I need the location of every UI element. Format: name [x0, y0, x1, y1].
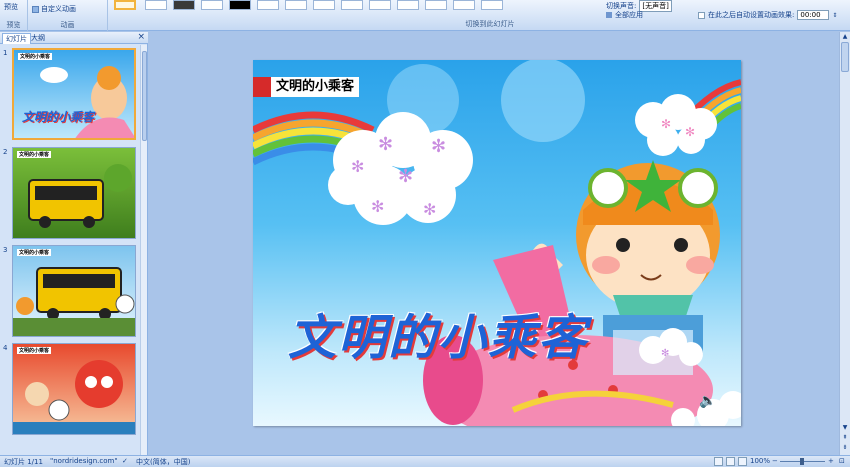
slide-heading[interactable]: 文明的小乘客: [288, 298, 588, 368]
auto-advance-checkbox[interactable]: [698, 11, 705, 19]
slide-thumb-heading: 文明的小乘客: [22, 110, 95, 124]
panel-scroll-thumb[interactable]: [142, 51, 147, 141]
slide-background-art: ✻ ✻ ✻ ✻ ✻ ✻ ✻ ✻ ✻ 🔈: [253, 60, 741, 426]
tab-outline[interactable]: 大纲: [28, 33, 48, 44]
normal-view-button[interactable]: [714, 457, 723, 466]
transition-reveal[interactable]: [481, 0, 503, 10]
auto-advance-option[interactable]: 在此之后自动设置动画效果: 00:00 ⇕: [698, 10, 837, 20]
spellcheck-icon[interactable]: ✓: [122, 457, 128, 465]
transition-cut-black[interactable]: [229, 0, 251, 10]
svg-text:✻: ✻: [685, 125, 695, 139]
bus-illustration: [13, 267, 135, 336]
transition-group-label: 切换到此幻灯片: [465, 20, 515, 28]
transition-wipe-down[interactable]: [285, 0, 307, 10]
slide-thumbnail-2[interactable]: 文明的小乘客: [12, 147, 136, 239]
svg-text:✻: ✻: [351, 157, 364, 176]
panel-scrollbar[interactable]: [140, 45, 147, 455]
zoom-slider-knob[interactable]: [800, 458, 804, 465]
apply-all-icon: [606, 12, 612, 18]
vertical-scrollbar[interactable]: ▲ ▼ ⇞ ⇟: [839, 32, 850, 455]
animation-group: 自定义动画 动画: [28, 0, 108, 31]
animation-icon: [32, 5, 39, 13]
auto-advance-label: 在此之后自动设置动画效果:: [708, 11, 795, 19]
svg-text:✻: ✻: [423, 200, 436, 219]
slide-thumbnail-3[interactable]: 文明的小乘客: [12, 245, 136, 337]
apply-all-label: 全部应用: [615, 11, 643, 19]
transition-dissolve[interactable]: [257, 0, 279, 10]
slide-number: 2: [3, 148, 8, 156]
transition-cover[interactable]: [425, 0, 447, 10]
fit-window-icon[interactable]: ⊡: [839, 457, 845, 465]
custom-animation-label: 自定义动画: [41, 5, 76, 13]
custom-animation-button[interactable]: 自定义动画: [32, 4, 76, 14]
svg-text:✻: ✻: [371, 197, 384, 216]
transition-wipe-right[interactable]: [341, 0, 363, 10]
preview-button[interactable]: 预览: [4, 2, 18, 12]
transition-fade-black[interactable]: [173, 0, 195, 10]
slide-sorter-button[interactable]: [726, 457, 735, 466]
transition-gallery: [112, 0, 522, 14]
transition-fade[interactable]: [145, 0, 167, 10]
transition-wipe-up[interactable]: [313, 0, 335, 10]
slides-panel: 幻灯片 大纲 × 1 文明的小乘客 文明的小乘客 2 文明的小乘客 3 文明的小…: [0, 32, 148, 455]
svg-text:✻: ✻: [661, 348, 669, 359]
transition-push[interactable]: [397, 0, 419, 10]
sound-value[interactable]: [无声音]: [639, 0, 672, 12]
spinner-icon[interactable]: ⇕: [832, 12, 837, 19]
tab-slides[interactable]: 幻灯片: [2, 33, 31, 44]
ribbon: 预览 预览 自定义动画 动画 切换到此幻灯片 切换声音: [无声音] 全部应用: [0, 0, 850, 31]
close-icon[interactable]: ×: [137, 32, 145, 43]
svg-text:✻: ✻: [431, 136, 446, 157]
preview-group: 预览 预览: [0, 0, 28, 31]
preview-group-label: 预览: [6, 21, 21, 29]
bus-illustration: [28, 164, 132, 228]
characters-illustration: [13, 360, 135, 434]
scroll-up-icon[interactable]: ▲: [841, 33, 849, 41]
previous-slide-icon[interactable]: ⇞: [841, 434, 849, 442]
svg-text:✻: ✻: [398, 166, 413, 187]
zoom-in-icon[interactable]: +: [828, 457, 834, 465]
language-indicator[interactable]: 中文(简体，中国): [136, 457, 190, 467]
status-bar: 幻灯片 1/11 "nordridesign.com" ✓ 中文(简体，中国) …: [0, 455, 850, 467]
transition-cut[interactable]: [201, 0, 223, 10]
slide-number: 4: [3, 344, 8, 352]
transition-wipe-left[interactable]: [369, 0, 391, 10]
transition-none[interactable]: [114, 0, 136, 10]
theme-name: "nordridesign.com": [50, 457, 118, 465]
slide-number: 3: [3, 246, 8, 254]
auto-advance-time-input[interactable]: 00:00: [797, 10, 830, 20]
scroll-down-icon[interactable]: ▼: [841, 424, 849, 432]
slide-thumbnail-1[interactable]: 文明的小乘客 文明的小乘客: [12, 48, 136, 140]
slide-thumbnail-4[interactable]: 文明的小乘客: [12, 343, 136, 435]
title-accent-bar: [253, 77, 271, 97]
panel-tabs: 幻灯片 大纲 ×: [0, 32, 148, 44]
slide-counter: 幻灯片 1/11: [4, 458, 43, 466]
vertical-scroll-thumb[interactable]: [841, 42, 849, 72]
slides-list: 1 文明的小乘客 文明的小乘客 2 文明的小乘客 3 文明的小乘客 4 文明的小…: [0, 45, 140, 455]
current-slide[interactable]: ✻ ✻ ✻ ✻ ✻ ✻ ✻ ✻ ✻ 🔈: [253, 60, 741, 426]
zoom-level[interactable]: 100%: [750, 457, 770, 465]
preview-label: 预览: [4, 3, 18, 11]
svg-text:✻: ✻: [661, 117, 671, 131]
slide-title[interactable]: 文明的小乘客: [271, 77, 360, 97]
animation-group-label: 动画: [60, 21, 75, 29]
apply-all-button[interactable]: 全部应用: [606, 10, 643, 20]
slideshow-button[interactable]: [738, 457, 747, 466]
sound-icon: 🔈: [699, 393, 716, 409]
slide-thumb-art: [40, 66, 134, 138]
slide-number: 1: [3, 49, 8, 57]
next-slide-icon[interactable]: ⇟: [841, 444, 849, 452]
zoom-out-icon[interactable]: −: [772, 457, 778, 465]
transition-split[interactable]: [453, 0, 475, 10]
svg-text:✻: ✻: [378, 134, 393, 155]
